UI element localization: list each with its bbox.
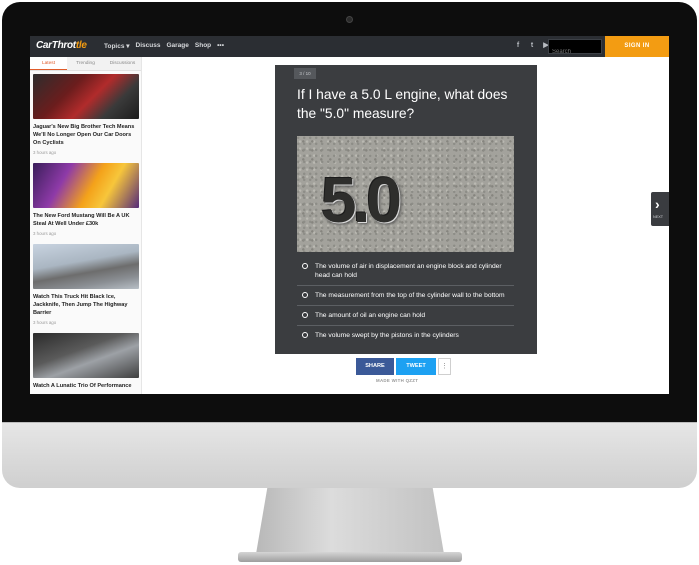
chevron-right-icon: › [655,196,660,212]
engine-badge-text: 5.0 [321,164,402,236]
nav-link-discuss[interactable]: Discuss [136,42,161,50]
quiz-option[interactable]: The volume of air in displacement an eng… [297,262,514,286]
twitter-icon[interactable]: t [528,41,536,50]
logo-accent: tle [75,40,87,51]
quiz-option[interactable]: The volume swept by the pistons in the c… [297,331,514,345]
article-title[interactable]: Jaguar's New Big Brother Tech Means We'l… [33,123,138,147]
quiz-card: 3 / 10 If I have a 5.0 L engine, what do… [275,65,537,354]
radio-icon[interactable] [302,332,308,338]
facebook-icon[interactable]: f [514,41,522,50]
article-title[interactable]: Watch A Lunatic Trio Of Performance [33,382,138,390]
quiz-options: The volume of air in displacement an eng… [297,262,514,350]
radio-icon[interactable] [302,312,308,318]
twitter-tweet-label: TWEET [406,363,426,369]
top-nav: CarThrottle Topics ▾ Discuss Garage Shop… [30,36,669,59]
article-item[interactable]: Jaguar's New Big Brother Tech Means We'l… [30,71,141,155]
logo-main: CarThrot [36,40,76,51]
sign-in-button[interactable]: SIGN IN [605,36,669,57]
more-options-button[interactable]: ⋮ [438,358,451,375]
radio-icon[interactable] [302,263,308,269]
radio-icon[interactable] [302,292,308,298]
twitter-tweet-button[interactable]: TWEET [396,358,436,375]
quiz-option[interactable]: The amount of oil an engine can hold [297,311,514,326]
option-label: The measurement from the top of the cyli… [315,292,505,299]
quiz-option[interactable]: The measurement from the top of the cyli… [297,291,514,306]
article-title[interactable]: Watch This Truck Hit Black Ice, Jackknif… [33,293,138,317]
nav-links: Topics ▾ Discuss Garage Shop ••• [104,42,224,50]
quiz-image: 5.0 [297,136,514,252]
article-item[interactable]: The New Ford Mustang Will Be A UK Steal … [30,160,141,236]
social-links: f t ▶ [514,41,550,50]
facebook-share-label: SHARE [365,363,385,369]
option-label: The volume swept by the pistons in the c… [315,332,459,339]
nav-link-topics[interactable]: Topics ▾ [104,42,130,50]
article-item[interactable]: Watch A Lunatic Trio Of Performance [30,330,141,390]
search-input[interactable] [549,45,601,59]
made-with-credit[interactable]: MADE WITH QZZT [376,378,418,383]
article-item[interactable]: Watch This Truck Hit Black Ice, Jackknif… [30,241,141,325]
webcam [346,16,353,23]
next-button[interactable]: › NEXT [651,192,669,226]
tab-trending[interactable]: Trending [67,57,104,70]
quiz-question: If I have a 5.0 L engine, what does the … [297,87,508,121]
monitor-chin [2,422,697,488]
monitor-stand [256,488,444,554]
share-row: SHARE TWEET ⋮ [356,358,451,375]
article-thumbnail[interactable] [33,74,139,119]
imac-frame: CarThrottle Topics ▾ Discuss Garage Shop… [0,0,699,565]
nav-link-shop[interactable]: Shop [195,42,211,50]
quiz-counter: 3 / 10 [294,68,316,79]
nav-link-more[interactable]: ••• [217,42,224,50]
site-logo[interactable]: CarThrottle [36,40,87,51]
sidebar-tabs: Latest Trending Discussions [30,57,141,71]
article-time: 3 hours ago [33,320,57,325]
search-box [548,39,602,59]
facebook-share-button[interactable]: SHARE [356,358,394,375]
article-time: 3 hours ago [33,231,57,236]
article-title[interactable]: The New Ford Mustang Will Be A UK Steal … [33,212,138,228]
sidebar: Latest Trending Discussions Jaguar's New… [30,57,142,394]
monitor-foot [238,552,462,562]
article-thumbnail[interactable] [33,244,139,289]
screen: CarThrottle Topics ▾ Discuss Garage Shop… [30,36,669,394]
option-label: The amount of oil an engine can hold [315,312,426,319]
article-time: 3 hours ago [33,150,57,155]
article-thumbnail[interactable] [33,163,139,208]
tab-latest[interactable]: Latest [30,57,67,70]
tab-discussions[interactable]: Discussions [104,57,141,70]
article-thumbnail[interactable] [33,333,139,378]
option-label: The volume of air in displacement an eng… [315,263,502,279]
next-label: NEXT [653,215,664,219]
nav-link-garage[interactable]: Garage [166,42,188,50]
